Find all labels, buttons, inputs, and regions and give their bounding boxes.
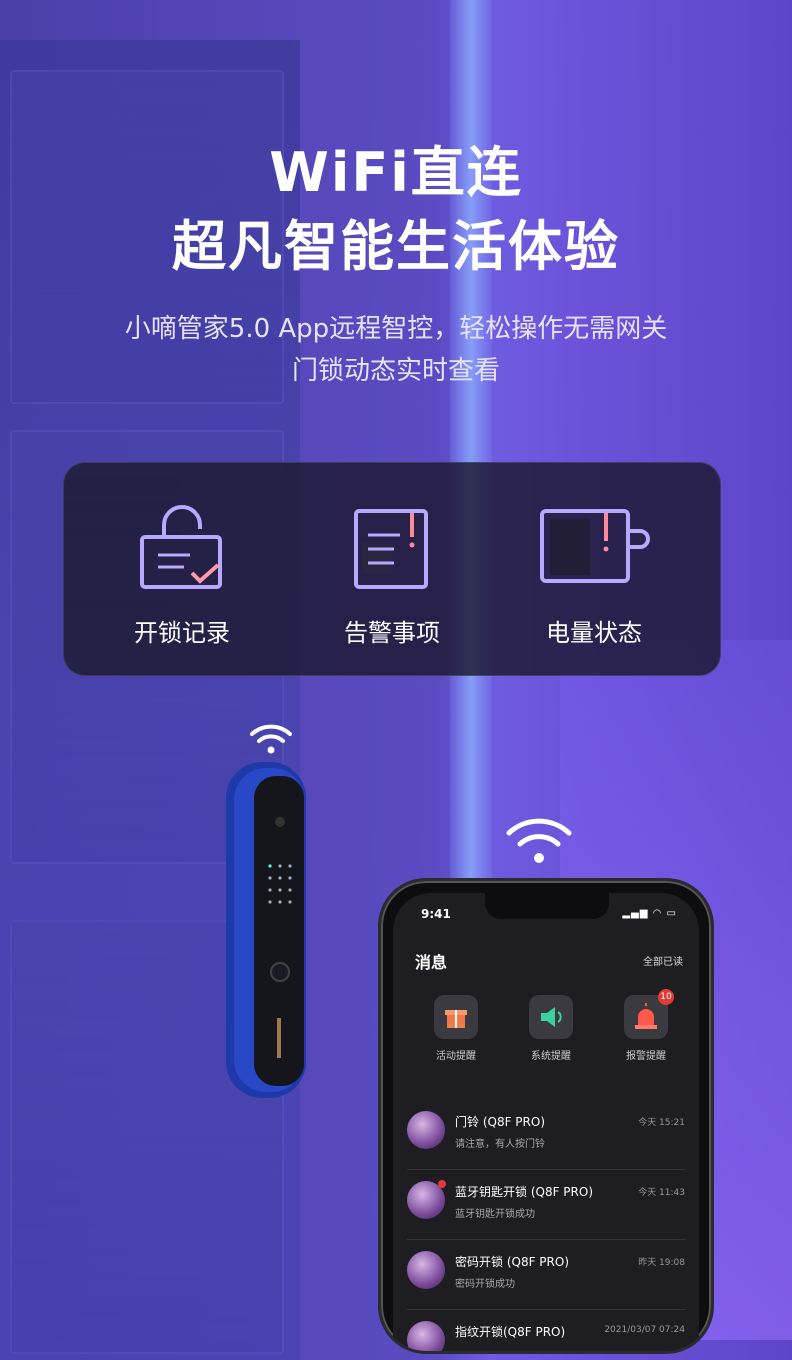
gift-icon (434, 995, 478, 1039)
status-icons: ▂▄▆ ◠ ▭ (622, 908, 677, 919)
phone-screen: 9:41 ▂▄▆ ◠ ▭ 消息 全部已读 活动提醒 系统提醒 10 报警提醒 门… (393, 893, 699, 1351)
category-alarm[interactable]: 10 报警提醒 (601, 989, 691, 1062)
message-title: 指纹开锁(Q8F PRO) (455, 1325, 566, 1339)
category-label: 活动提醒 (436, 1051, 476, 1062)
alert-document-icon (344, 503, 440, 593)
unread-dot (438, 1180, 446, 1188)
speaker-icon (529, 995, 573, 1039)
status-time: 9:41 (421, 907, 451, 921)
alarm-light-icon: 10 (624, 989, 674, 1039)
phone-mockup: 9:41 ▂▄▆ ◠ ▭ 消息 全部已读 活动提醒 系统提醒 10 报警提醒 门… (378, 878, 714, 1354)
hero-subtitle-line2: 门锁动态实时查看 (291, 356, 500, 386)
message-item[interactable]: 门铃 (Q8F PRO) 今天 15:21 请注意，有人按门铃 (407, 1099, 685, 1170)
mark-all-read-button[interactable]: 全部已读 (643, 953, 683, 968)
lock-avatar (407, 1111, 445, 1149)
message-item[interactable]: 指纹开锁(Q8F PRO) 2021/03/07 07:24 (407, 1309, 685, 1351)
wifi-status-icon: ◠ (652, 908, 663, 919)
message-time: 今天 15:21 (638, 1118, 685, 1128)
lock-avatar (407, 1180, 446, 1219)
category-system[interactable]: 系统提醒 (506, 995, 596, 1062)
message-desc: 蓝牙钥匙开锁成功 (455, 1209, 535, 1220)
message-title: 门铃 (Q8F PRO) (455, 1115, 545, 1129)
message-desc: 请注意，有人按门铃 (455, 1139, 545, 1150)
feature-label: 电量状态 (546, 619, 642, 647)
message-time: 今天 11:43 (638, 1188, 685, 1198)
battery-icon: ▭ (666, 908, 677, 919)
hero-title-line2: 超凡智能生活体验 (172, 215, 620, 278)
alarm-count-badge: 10 (658, 989, 674, 1005)
wifi-icon (248, 722, 294, 760)
signal-icon: ▂▄▆ (622, 908, 649, 919)
battery-status-icon (540, 503, 650, 593)
message-title: 密码开锁 (Q8F PRO) (455, 1255, 569, 1269)
lock-avatar (407, 1251, 445, 1289)
message-time: 昨天 19:08 (638, 1258, 685, 1268)
feature-label: 告警事项 (344, 619, 440, 647)
phone-notch (485, 893, 609, 919)
feature-card: 开锁记录 告警事项 电量状态 (63, 462, 721, 676)
wifi-icon (504, 815, 574, 871)
smart-lock-image (224, 762, 308, 1098)
feature-alerts: 告警事项 (292, 503, 492, 648)
page-title: 消息 (415, 953, 448, 972)
message-desc: 密码开锁成功 (455, 1279, 515, 1290)
category-label: 系统提醒 (531, 1051, 571, 1062)
hero-title-line1: WiFi直连 (269, 141, 523, 204)
message-item[interactable]: 密码开锁 (Q8F PRO) 昨天 19:08 密码开锁成功 (407, 1239, 685, 1310)
message-time: 2021/03/07 07:24 (604, 1325, 685, 1335)
unlock-record-icon (134, 503, 230, 593)
category-label: 报警提醒 (626, 1051, 666, 1062)
lock-avatar (407, 1321, 445, 1351)
category-activity[interactable]: 活动提醒 (411, 995, 501, 1062)
feature-label: 开锁记录 (134, 619, 230, 647)
feature-battery: 电量状态 (494, 503, 694, 648)
message-item[interactable]: 蓝牙钥匙开锁 (Q8F PRO) 今天 11:43 蓝牙钥匙开锁成功 (407, 1169, 685, 1240)
message-title: 蓝牙钥匙开锁 (Q8F PRO) (455, 1185, 593, 1199)
feature-unlock-record: 开锁记录 (82, 503, 282, 648)
hero-subtitle-line1: 小嘀管家5.0 App远程智控，轻松操作无需网关 (124, 314, 668, 344)
